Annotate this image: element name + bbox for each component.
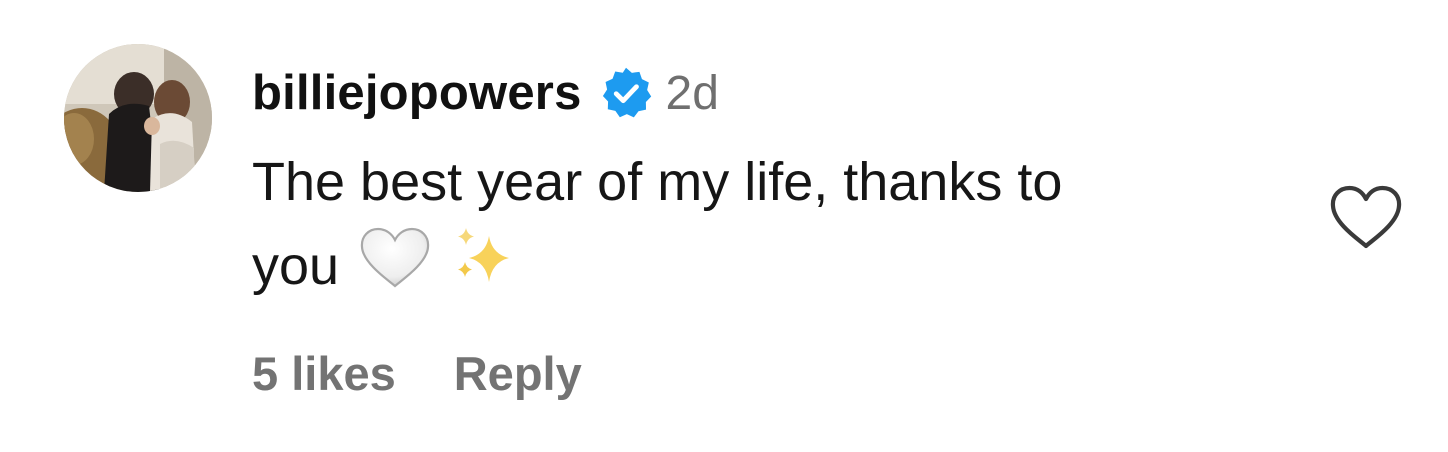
likes-count[interactable]: 5 likes [252, 346, 396, 401]
comment-text-line-2-wrap: you [252, 224, 1262, 314]
comment-item: billiejopowers 2d The best year of my li… [0, 0, 1448, 452]
white-heart-emoji [357, 226, 433, 314]
comment-header: billiejopowers 2d [252, 58, 719, 128]
sparkles-emoji [451, 226, 515, 314]
avatar[interactable] [64, 44, 212, 192]
heart-outline-icon[interactable] [1328, 184, 1404, 252]
comment-text-line-2: you [252, 236, 340, 296]
verified-badge-icon [598, 65, 654, 121]
comment-text-line-1: The best year of my life, thanks to [252, 152, 1063, 212]
username-link[interactable]: billiejopowers [252, 65, 582, 121]
comment-meta: 5 likes Reply [252, 340, 582, 406]
comment-timestamp: 2d [665, 66, 719, 120]
reply-button[interactable]: Reply [454, 346, 582, 401]
comment-text: The best year of my life, thanks to you [252, 140, 1262, 314]
